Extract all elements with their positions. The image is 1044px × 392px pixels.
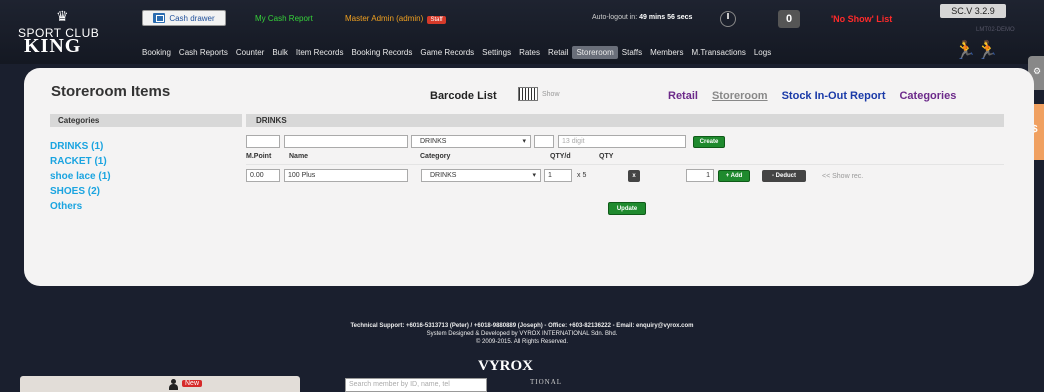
footer-developer: System Designed & Developed by VYROX INT… [426, 331, 618, 337]
current-user[interactable]: Master Admin (admin) Staff [345, 14, 446, 24]
barcode-list-label: Barcode List [430, 90, 497, 102]
nav-item-records[interactable]: Item Records [292, 46, 348, 59]
create-button[interactable]: Create [693, 136, 725, 148]
row-qty-d-input[interactable]: 1 [544, 169, 572, 182]
nav-logs[interactable]: Logs [750, 46, 775, 59]
logo-text-bottom: KING [24, 35, 82, 57]
main-nav: Booking Cash Reports Counter Bulk Item R… [138, 44, 775, 60]
no-show-list-link[interactable]: 'No Show' List [831, 14, 892, 24]
barcode-icon[interactable] [518, 87, 538, 101]
col-name: Name [289, 153, 309, 160]
current-user-name: Master Admin (admin) [345, 14, 424, 23]
new-badge: New [182, 380, 203, 387]
new-qty-input[interactable] [534, 135, 554, 148]
nav-staffs[interactable]: Staffs [618, 46, 646, 59]
crown-icon: ♛ [56, 8, 69, 24]
items-table-header: DRINKS [246, 114, 1004, 127]
nav-bulk[interactable]: Bulk [268, 46, 292, 59]
nav-cash-reports[interactable]: Cash Reports [175, 46, 232, 59]
nav-counter[interactable]: Counter [232, 46, 268, 59]
logout-power-icon[interactable] [720, 11, 736, 27]
col-qty: QTY [599, 153, 614, 160]
footer-copyright: © 2009-2015. All Rights Reserved. [475, 339, 569, 345]
row-qty-input[interactable]: 1 [686, 169, 714, 182]
gear-icon: ⚙ [1033, 66, 1042, 76]
category-drinks[interactable]: DRINKS (1) [50, 139, 111, 154]
nav-members[interactable]: Members [646, 46, 687, 59]
footer-support: Technical Support: +6016-5313713 (Peter)… [350, 323, 694, 329]
show-records-link[interactable]: << Show rec. [822, 173, 863, 180]
col-mpoint: M.Point [246, 153, 272, 160]
categories-header: Categories [50, 114, 242, 127]
autologout-time: 49 mins 56 secs [639, 14, 693, 21]
vyrox-logo: VYROX [478, 358, 533, 374]
category-racket[interactable]: RACKET (1) [50, 154, 111, 169]
category-shoe-lace[interactable]: shoe lace (1) [50, 169, 111, 184]
stock-report-link[interactable]: Stock In-Out Report [782, 90, 886, 102]
nav-m-transactions[interactable]: M.Transactions [687, 46, 749, 59]
new-mpoint-input[interactable] [246, 135, 280, 148]
row-remove-button[interactable]: x [628, 170, 640, 182]
cash-register-icon [153, 13, 166, 23]
nav-retail[interactable]: Retail [544, 46, 572, 59]
row-category-select[interactable]: DRINKS [421, 169, 541, 182]
notification-counter[interactable]: 0 [778, 10, 800, 28]
nav-rates[interactable]: Rates [515, 46, 544, 59]
category-others[interactable]: Others [50, 199, 111, 214]
barcode-show-link[interactable]: Show [542, 91, 560, 98]
storeroom-links: Retail Storeroom Stock In-Out Report Cat… [668, 90, 956, 102]
row-multiplier: x 5 [577, 172, 587, 179]
user-icon [168, 379, 178, 390]
nav-storeroom[interactable]: Storeroom [572, 45, 618, 59]
my-cash-report-link[interactable]: My Cash Report [255, 14, 313, 23]
deduct-stock-button[interactable]: - Deduct [762, 170, 806, 182]
top-header: ♛ SPORT CLUB KING Cash drawer My Cash Re… [0, 0, 1044, 64]
category-shoes[interactable]: SHOES (2) [50, 184, 111, 199]
vyrox-logo-sub: TIONAL [530, 378, 563, 386]
category-list: DRINKS (1) RACKET (1) shoe lace (1) SHOE… [50, 139, 111, 214]
new-name-input[interactable] [284, 135, 408, 148]
nav-booking-records[interactable]: Booking Records [347, 46, 416, 59]
autologout-label: Auto-logout in: [592, 14, 638, 21]
sport-figures-icon: 🏃🏃 [954, 40, 999, 60]
col-qty-d: QTY/d [550, 153, 571, 160]
member-search-input[interactable]: Search member by ID, name, tel [345, 378, 487, 392]
nav-settings[interactable]: Settings [478, 46, 515, 59]
version-badge: SC.V 3.2.9 [940, 4, 1006, 18]
update-button[interactable]: Update [608, 202, 646, 215]
row-mpoint-input[interactable]: 0.00 [246, 169, 280, 182]
row-name-input[interactable]: 100 Plus [284, 169, 408, 182]
license-label: LMT02-DEMO [976, 27, 1015, 33]
new-barcode-input[interactable]: 13 digit [558, 135, 686, 148]
staff-badge: Staff [427, 16, 446, 24]
sport-club-king-logo[interactable]: ♛ SPORT CLUB KING [18, 8, 128, 57]
storeroom-panel: Storeroom Items Barcode List Show Retail… [24, 68, 1034, 286]
storeroom-link[interactable]: Storeroom [712, 90, 768, 102]
new-category-select[interactable]: DRINKS [411, 135, 531, 148]
nav-game-records[interactable]: Game Records [416, 46, 478, 59]
retail-link[interactable]: Retail [668, 90, 698, 102]
page-title: Storeroom Items [51, 83, 171, 100]
nav-booking[interactable]: Booking [138, 46, 175, 59]
row-divider [246, 164, 1004, 165]
cash-drawer-label: Cash drawer [169, 13, 215, 23]
new-member-bar[interactable]: New [20, 376, 300, 392]
col-category: Category [420, 153, 451, 160]
autologout-timer: Auto-logout in: 49 mins 56 secs [592, 14, 692, 21]
add-stock-button[interactable]: + Add [718, 170, 750, 182]
cash-drawer-button[interactable]: Cash drawer [142, 10, 226, 26]
categories-link[interactable]: Categories [899, 90, 956, 102]
footer: Technical Support: +6016-5313713 (Peter)… [0, 322, 1044, 346]
